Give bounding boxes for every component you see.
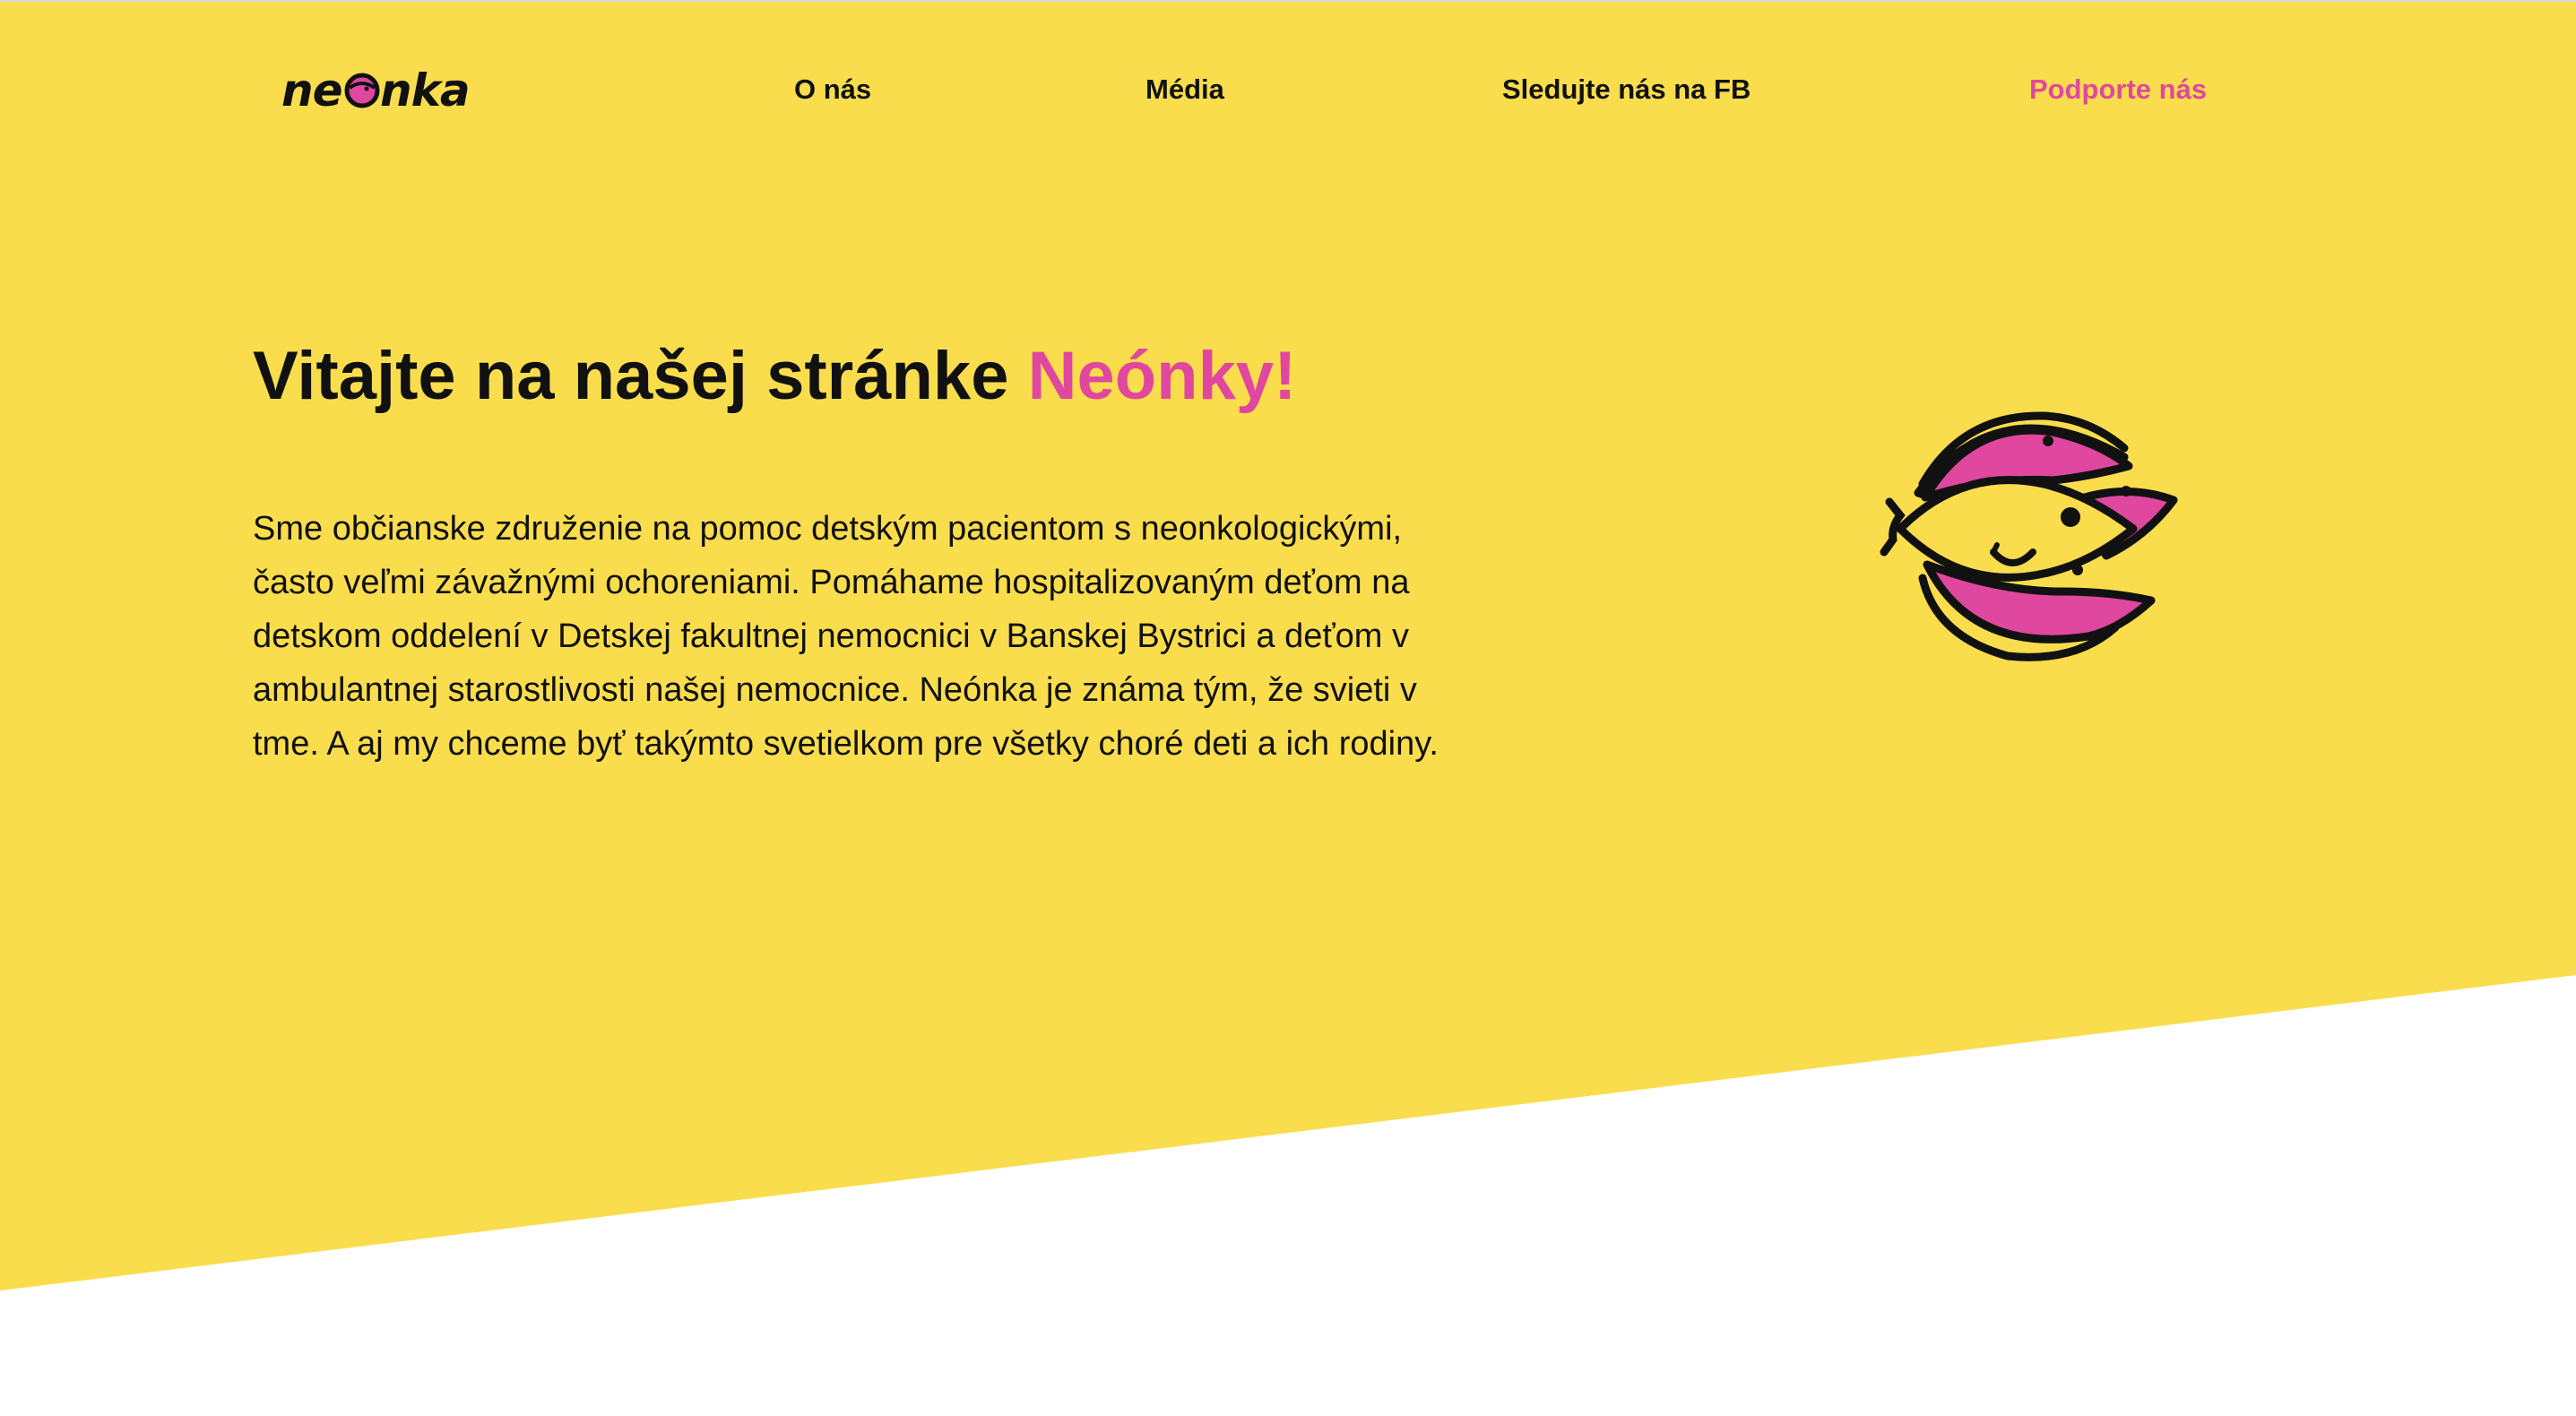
page: ne nka O nás Média Sledujte nás na FB Po…	[0, 0, 2576, 1416]
nav-link-media[interactable]: Média	[1145, 70, 1224, 109]
svg-text:nka: nka	[380, 65, 470, 115]
hero-paragraph: Sme občianske združenie na pomoc detským…	[253, 510, 1439, 763]
nav-link-support[interactable]: Podporte nás	[2029, 70, 2207, 109]
hero-title-main: Vitajte na našej stránke	[253, 338, 1028, 414]
top-divider	[0, 0, 2576, 2]
hero-title: Vitajte na našej stránke Neónky!	[253, 332, 1296, 421]
nav-link-facebook[interactable]: Sledujte nás na FB	[1502, 70, 1750, 109]
neonka-logo: ne nka	[281, 65, 471, 115]
navbar: ne nka O nás Média Sledujte nás na FB Po…	[0, 0, 2576, 179]
nav-link-about[interactable]: O nás	[794, 70, 871, 109]
fish-mascot-icon	[1880, 411, 2178, 661]
hero-title-accent: Neónky!	[1027, 338, 1297, 414]
svg-text:ne: ne	[281, 65, 342, 115]
